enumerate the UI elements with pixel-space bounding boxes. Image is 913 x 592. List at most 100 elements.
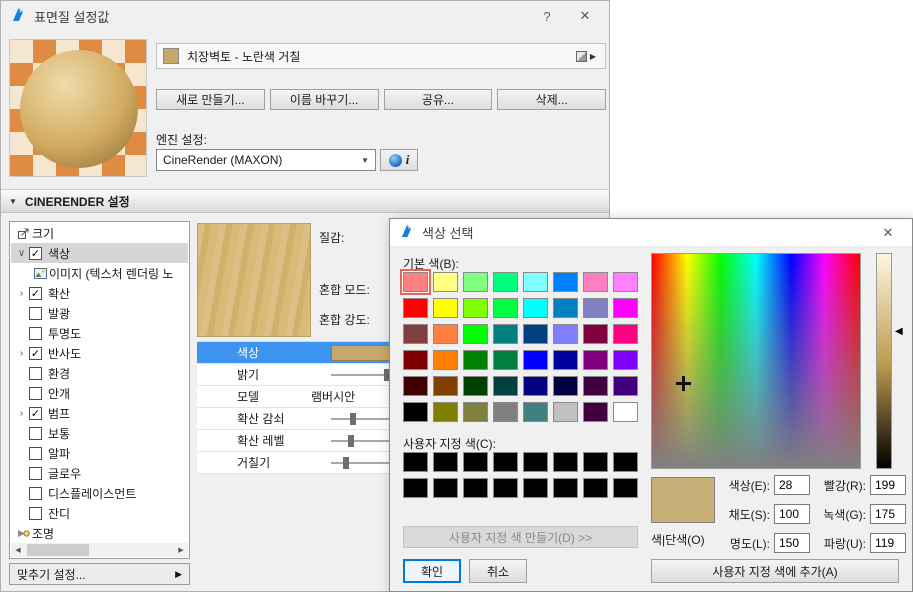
color-swatch[interactable] <box>523 452 548 472</box>
luminance-input[interactable] <box>774 533 810 553</box>
color-swatch[interactable] <box>553 324 578 344</box>
tree-item-10[interactable]: 보통 <box>11 423 188 443</box>
color-swatch[interactable] <box>493 402 518 422</box>
color-swatch[interactable] <box>433 350 458 370</box>
color-swatch[interactable] <box>433 272 458 292</box>
material-selector[interactable]: 치장벽토 - 노란색 거칠 ▶ <box>156 43 606 69</box>
property-row-2[interactable]: 모델램버시안 <box>197 386 391 408</box>
engine-select[interactable]: CineRender (MAXON) ▼ <box>156 149 376 171</box>
tree-item-8[interactable]: 안개 <box>11 383 188 403</box>
checkbox-unchecked[interactable] <box>29 307 42 320</box>
checkbox-unchecked[interactable] <box>29 487 42 500</box>
color-swatch[interactable] <box>523 478 548 498</box>
color-swatch[interactable] <box>523 298 548 318</box>
saturation-input[interactable] <box>774 504 810 524</box>
checkbox-unchecked[interactable] <box>29 447 42 460</box>
property-color-swatch[interactable] <box>331 345 397 361</box>
blue-input[interactable] <box>870 533 906 553</box>
tree-item-5[interactable]: 투명도 <box>11 323 188 343</box>
engine-info-button[interactable]: i <box>380 149 418 171</box>
color-swatch[interactable] <box>433 298 458 318</box>
luminance-bar[interactable] <box>876 253 892 469</box>
color-swatch[interactable] <box>553 272 578 292</box>
checkbox-unchecked[interactable] <box>29 427 42 440</box>
color-swatch[interactable] <box>463 478 488 498</box>
tree-item-15[interactable]: 조명 <box>11 523 188 543</box>
color-swatch[interactable] <box>583 402 608 422</box>
color-swatch[interactable] <box>493 452 518 472</box>
color-swatch[interactable] <box>493 350 518 370</box>
close-button[interactable]: ✕ <box>570 8 600 24</box>
property-row-3[interactable]: 확산 감쇠 <box>197 408 391 430</box>
property-row-1[interactable]: 밝기 <box>197 364 391 386</box>
help-button[interactable]: ? <box>532 9 562 24</box>
color-swatch[interactable] <box>553 298 578 318</box>
color-swatch[interactable] <box>613 350 638 370</box>
color-swatch[interactable] <box>553 478 578 498</box>
checkbox-checked[interactable]: ✓ <box>29 247 42 260</box>
color-crosshair-icon[interactable] <box>676 376 691 391</box>
color-swatch[interactable] <box>523 402 548 422</box>
color-swatch[interactable] <box>463 402 488 422</box>
scroll-right-icon[interactable]: ▶ <box>174 546 188 554</box>
scrollbar-thumb[interactable] <box>27 544 89 556</box>
match-settings-button[interactable]: 맞추기 설정... ▶ <box>9 563 190 585</box>
color-swatch[interactable] <box>403 478 428 498</box>
color-swatch[interactable] <box>403 272 428 292</box>
slider-thumb[interactable] <box>343 457 349 469</box>
luminance-slider-arrow[interactable]: ◀ <box>895 327 903 337</box>
checkbox-checked[interactable]: ✓ <box>29 407 42 420</box>
add-custom-color-button[interactable]: 사용자 지정 색에 추가(A) <box>651 559 899 583</box>
rename-material-button[interactable]: 이름 바꾸기... <box>270 89 379 110</box>
color-swatch[interactable] <box>523 272 548 292</box>
tree-item-14[interactable]: 잔디 <box>11 503 188 523</box>
tree-item-9[interactable]: ›✓범프 <box>11 403 188 423</box>
delete-material-button[interactable]: 삭제... <box>497 89 606 110</box>
close-button[interactable]: ✕ <box>873 225 903 241</box>
checkbox-checked[interactable]: ✓ <box>29 287 42 300</box>
color-swatch[interactable] <box>403 452 428 472</box>
checkbox-unchecked[interactable] <box>29 467 42 480</box>
slider-thumb[interactable] <box>348 435 354 447</box>
share-material-button[interactable]: 공유... <box>384 89 493 110</box>
color-swatch[interactable] <box>493 298 518 318</box>
cinerender-section-header[interactable]: ▼ CINERENDER 설정 <box>1 189 609 213</box>
color-swatch[interactable] <box>493 478 518 498</box>
cancel-button[interactable]: 취소 <box>469 559 527 583</box>
property-row-0[interactable]: 색상 <box>197 342 391 364</box>
tree-item-0[interactable]: 크기 <box>11 223 188 243</box>
tree-item-11[interactable]: 알파 <box>11 443 188 463</box>
color-swatch[interactable] <box>583 298 608 318</box>
checkbox-unchecked[interactable] <box>29 387 42 400</box>
checkbox-unchecked[interactable] <box>29 327 42 340</box>
color-swatch[interactable] <box>523 324 548 344</box>
color-swatch[interactable] <box>583 324 608 344</box>
tree-item-2[interactable]: 이미지 (텍스처 렌더링 노 <box>11 263 188 283</box>
color-swatch[interactable] <box>523 350 548 370</box>
color-swatch[interactable] <box>493 376 518 396</box>
material-menu-button[interactable]: ▶ <box>573 49 599 64</box>
color-swatch[interactable] <box>613 452 638 472</box>
color-swatch[interactable] <box>583 376 608 396</box>
color-swatch[interactable] <box>553 452 578 472</box>
color-swatch[interactable] <box>553 350 578 370</box>
color-swatch[interactable] <box>613 272 638 292</box>
red-input[interactable] <box>870 475 906 495</box>
texture-preview[interactable] <box>197 223 311 337</box>
color-swatch[interactable] <box>613 376 638 396</box>
color-swatch[interactable] <box>403 298 428 318</box>
color-swatch[interactable] <box>433 452 458 472</box>
chevron-right-icon[interactable]: › <box>14 408 29 419</box>
color-swatch[interactable] <box>523 376 548 396</box>
color-swatch[interactable] <box>463 350 488 370</box>
color-swatch[interactable] <box>613 324 638 344</box>
checkbox-unchecked[interactable] <box>29 367 42 380</box>
color-swatch[interactable] <box>493 324 518 344</box>
tree-horizontal-scrollbar[interactable]: ◀ ▶ <box>11 543 188 557</box>
tree-item-3[interactable]: ›✓확산 <box>11 283 188 303</box>
color-swatch[interactable] <box>613 298 638 318</box>
scroll-left-icon[interactable]: ◀ <box>11 546 25 554</box>
property-row-5[interactable]: 거칠기 <box>197 452 391 474</box>
color-swatch[interactable] <box>403 376 428 396</box>
hue-input[interactable] <box>774 475 810 495</box>
